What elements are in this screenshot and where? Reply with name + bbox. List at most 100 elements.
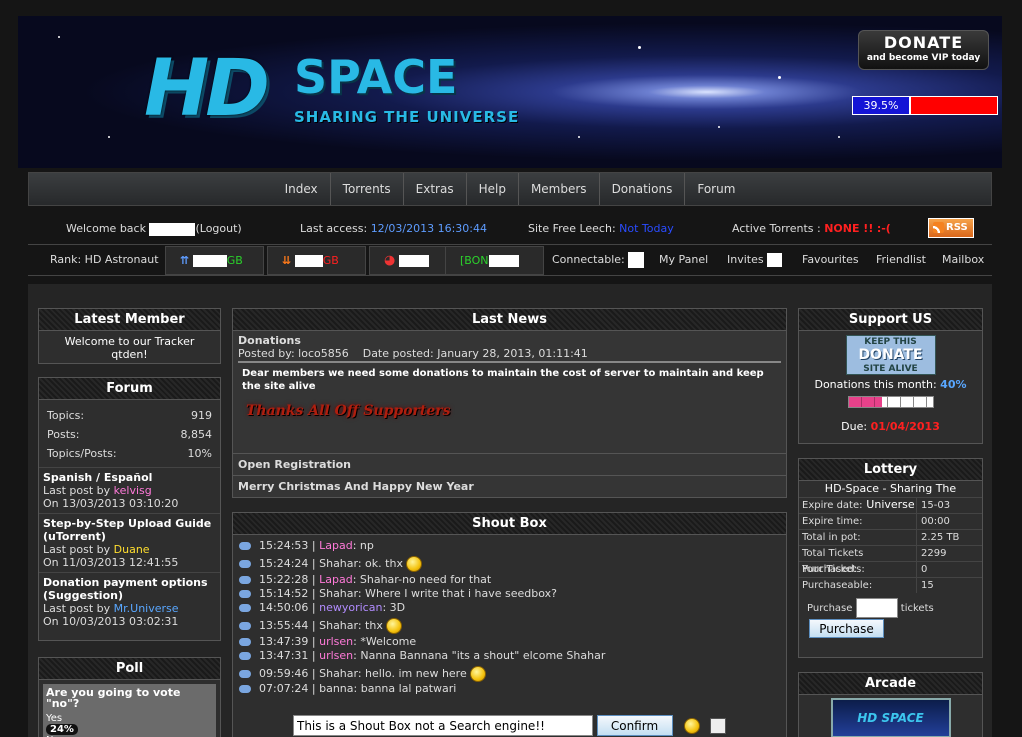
logout-link[interactable]: (Logout): [195, 222, 241, 235]
purchase-button[interactable]: Purchase: [809, 619, 884, 638]
forum-post-author[interactable]: Duane: [114, 543, 150, 556]
forum-post-title[interactable]: Step-by-Step Upload Guide (uTorrent): [43, 517, 216, 543]
forum-post-title[interactable]: Donation payment options (Suggestion): [43, 576, 216, 602]
forum-post-author[interactable]: Mr.Universe: [114, 602, 179, 615]
lottery-row-value: 00:00: [921, 516, 950, 527]
news-item-title[interactable]: Merry Christmas And Happy New Year: [233, 475, 786, 497]
poll-option-yes[interactable]: Yes: [46, 713, 213, 724]
forum-post-title[interactable]: Spanish / Español: [43, 471, 216, 484]
lottery-row: Total Tickets Purchased: 2299: [799, 545, 982, 575]
news-title: Last News: [233, 309, 786, 331]
forum-post-date: On 11/03/2013 12:41:55: [43, 556, 179, 569]
smiley-icon: [405, 556, 422, 572]
shout-time: 15:22:28: [259, 573, 309, 586]
forum-post-author[interactable]: kelvisg: [114, 484, 152, 497]
donate-button[interactable]: DONATE and become VIP today: [858, 30, 989, 70]
shout-message: 13:55:44 | Shahar: thx: [239, 618, 402, 634]
forum-post: Spanish / Español Last post by kelvisg O…: [39, 467, 220, 513]
speech-bubble-icon: [239, 670, 251, 678]
confirm-button[interactable]: Confirm: [596, 715, 673, 736]
donations-month-bar: [847, 396, 934, 408]
shout-user[interactable]: Lapad: [319, 539, 353, 552]
mailbox-link[interactable]: Mailbox: [942, 245, 984, 275]
shout-user[interactable]: Shahar: [319, 557, 358, 570]
lottery-row-label: Purchaseable:: [799, 578, 917, 593]
nav-index[interactable]: Index: [273, 173, 331, 205]
friendlist-link[interactable]: Friendlist: [876, 245, 926, 275]
shout-user[interactable]: Shahar: [319, 619, 358, 632]
speech-bubble-icon: [239, 560, 251, 568]
shout-user[interactable]: urlsen: [319, 649, 353, 662]
nav-donations[interactable]: Donations: [600, 173, 686, 205]
shout-user[interactable]: newyorican: [319, 601, 382, 614]
nav-members[interactable]: Members: [519, 173, 600, 205]
shout-text: : ok. thx: [357, 557, 403, 570]
shout-user[interactable]: banna: [319, 682, 353, 695]
lottery-row-label: Total Tickets Purchased:: [799, 546, 917, 575]
invites-link[interactable]: Invites: [727, 253, 764, 266]
shout-time: 13:47:39: [259, 635, 309, 648]
forum-post: Step-by-Step Upload Guide (uTorrent) Las…: [39, 513, 220, 572]
shout-user[interactable]: Shahar: [319, 587, 358, 600]
welcome-text: Welcome back: [66, 222, 146, 235]
download-unit: GB: [322, 254, 339, 267]
support-block: Support US KEEP THIS DONATE SITE ALIVE D…: [798, 308, 983, 444]
nav-forum[interactable]: Forum: [685, 173, 747, 205]
shout-text: : *Welcome: [353, 635, 417, 648]
site-tagline: SHARING THE UNIVERSE: [294, 108, 520, 126]
news-thanks-banner: Thanks All Off Supporters: [246, 403, 451, 419]
shout-user[interactable]: Shahar: [319, 667, 358, 680]
arcade-title: Arcade: [799, 673, 982, 695]
poll-block: Poll Are you going to vote "no"? Yes 24%…: [38, 657, 221, 737]
shout-text: : 3D: [382, 601, 406, 614]
lottery-row: Expire time: 00:00: [799, 513, 982, 529]
speech-bubble-icon: [239, 622, 251, 630]
nav-help[interactable]: Help: [467, 173, 519, 205]
lottery-row-value: 2299: [921, 548, 947, 559]
latest-member-name[interactable]: qtden!: [39, 348, 220, 361]
rank-text: Rank: HD Astronaut: [50, 253, 159, 266]
lottery-title: Lottery: [799, 459, 982, 481]
shout-history-icon[interactable]: [709, 717, 726, 734]
news-block: Last News Donations Posted by: loco5856 …: [232, 308, 787, 498]
header-banner: HD SPACE SHARING THE UNIVERSE DONATE and…: [18, 16, 1002, 168]
lottery-row: Your Tickets: 0: [799, 561, 982, 577]
shout-time: 07:07:24: [259, 682, 309, 695]
bonus-stat[interactable]: [BON: [445, 246, 544, 275]
support-title: Support US: [799, 309, 982, 331]
speech-bubble-icon: [239, 542, 251, 550]
shout-user[interactable]: Lapad: [319, 573, 353, 586]
keep-site-alive-image[interactable]: KEEP THIS DONATE SITE ALIVE: [845, 335, 936, 375]
shout-message: 14:50:06 | newyorican: 3D: [239, 601, 405, 614]
tickets-label: tickets: [900, 603, 934, 614]
sad-face: :-(: [876, 222, 891, 235]
forum-stat-row: Topics: 919: [47, 409, 212, 422]
shout-time: 14:50:06: [259, 601, 309, 614]
arcade-cabinet-image[interactable]: HD SPACE: [830, 698, 951, 737]
rss-button[interactable]: RSS: [928, 218, 974, 238]
shout-input[interactable]: [293, 715, 593, 736]
ticket-quantity-input[interactable]: [855, 598, 898, 618]
site-logo[interactable]: HD: [144, 50, 270, 128]
shout-time: 13:55:44: [259, 619, 309, 632]
news-item-title[interactable]: Open Registration: [233, 453, 786, 475]
favourites-link[interactable]: Favourites: [802, 245, 859, 275]
lottery-row-value: 0: [921, 564, 928, 575]
shout-time: 15:24:53: [259, 539, 309, 552]
shout-user[interactable]: urlsen: [319, 635, 353, 648]
news-item-title[interactable]: Donations: [238, 334, 781, 347]
nav-torrents[interactable]: Torrents: [331, 173, 404, 205]
arcade-block: Arcade HD SPACE: [798, 672, 983, 737]
my-panel-link[interactable]: My Panel: [659, 245, 708, 275]
lottery-row: Purchaseable: 15: [799, 577, 982, 593]
shout-message: 09:59:46 | Shahar: hello. im new here: [239, 666, 486, 682]
nav-extras[interactable]: Extras: [404, 173, 467, 205]
last-access-value: 12/03/2013 16:30:44: [370, 222, 487, 235]
upload-unit: GB: [226, 254, 243, 267]
last-access-label: Last access:: [300, 222, 368, 235]
news-body: Dear members we need some donations to m…: [242, 368, 764, 392]
shoutbox-title: Shout Box: [233, 513, 786, 535]
smiley-picker-icon[interactable]: [684, 717, 700, 734]
purchase-label: Purchase: [807, 603, 853, 614]
main-content: Latest Member Welcome to our Tracker qtd…: [28, 284, 992, 737]
